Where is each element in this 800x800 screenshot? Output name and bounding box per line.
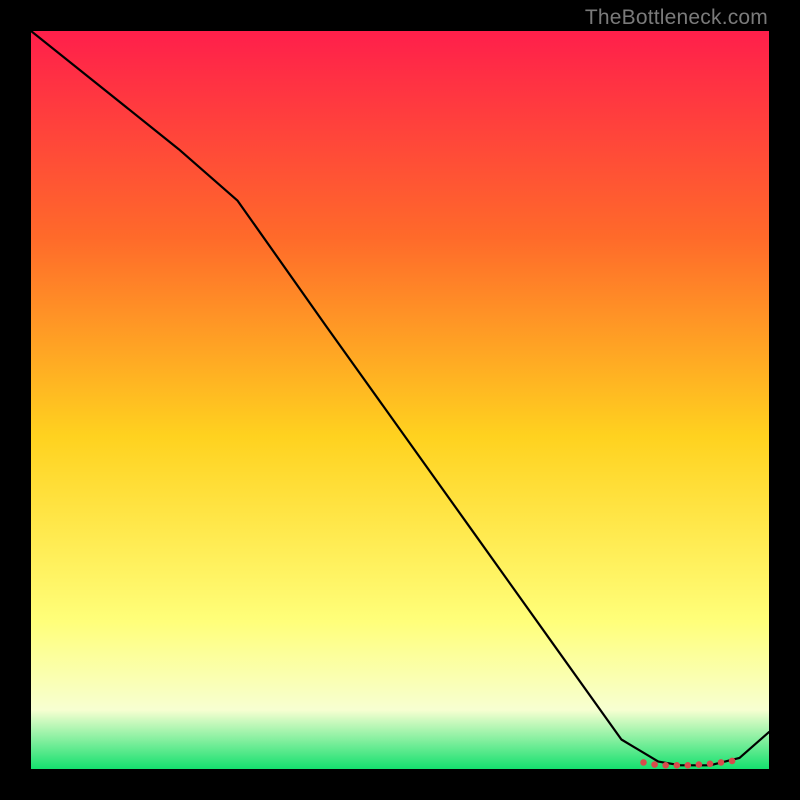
valley-marker: [640, 759, 647, 766]
valley-marker: [729, 758, 736, 765]
valley-marker: [674, 762, 681, 769]
valley-marker: [662, 762, 669, 769]
watermark-label: TheBottleneck.com: [585, 6, 768, 30]
valley-marker: [651, 761, 658, 768]
chart-svg: [31, 31, 769, 769]
valley-marker: [718, 759, 725, 766]
valley-marker: [707, 761, 714, 768]
valley-marker: [696, 761, 703, 768]
valley-marker: [685, 762, 692, 769]
gradient-background: [31, 31, 769, 769]
plot-frame: [31, 31, 769, 769]
